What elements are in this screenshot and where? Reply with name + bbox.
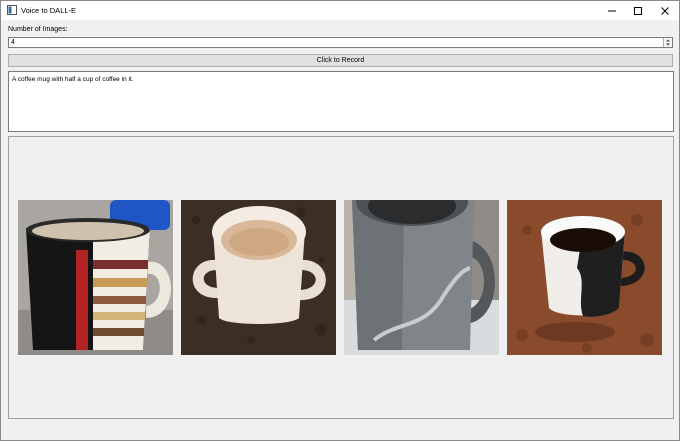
num-images-label: Number of Images: — [8, 26, 68, 33]
generated-image-2 — [181, 200, 336, 355]
maximize-button[interactable] — [625, 1, 651, 20]
num-images-value[interactable]: 4 — [11, 39, 15, 46]
maximize-icon — [634, 7, 642, 15]
chevron-down-icon[interactable] — [666, 43, 670, 46]
num-images-spinbox[interactable]: 4 — [8, 37, 673, 48]
close-button[interactable] — [652, 1, 678, 20]
close-icon — [661, 7, 669, 15]
window-title: Voice to DALL-E — [21, 6, 77, 15]
app-window: Voice to DALL-E Number of Images: 4 Clic… — [0, 0, 680, 441]
generated-image-4 — [507, 200, 662, 355]
app-window-icon — [7, 5, 17, 15]
prompt-text[interactable]: A coffee mug with half a cup of coffee i… — [12, 76, 134, 83]
record-button[interactable]: Click to Record — [8, 54, 673, 67]
minimize-icon — [608, 10, 616, 12]
generated-image-3 — [344, 200, 499, 355]
prompt-text-area[interactable]: A coffee mug with half a cup of coffee i… — [8, 71, 674, 132]
title-bar[interactable]: Voice to DALL-E — [1, 1, 679, 20]
generated-image-1 — [18, 200, 173, 355]
minimize-button[interactable] — [599, 1, 625, 20]
chevron-up-icon[interactable] — [666, 39, 670, 42]
spin-arrows[interactable] — [663, 38, 672, 47]
